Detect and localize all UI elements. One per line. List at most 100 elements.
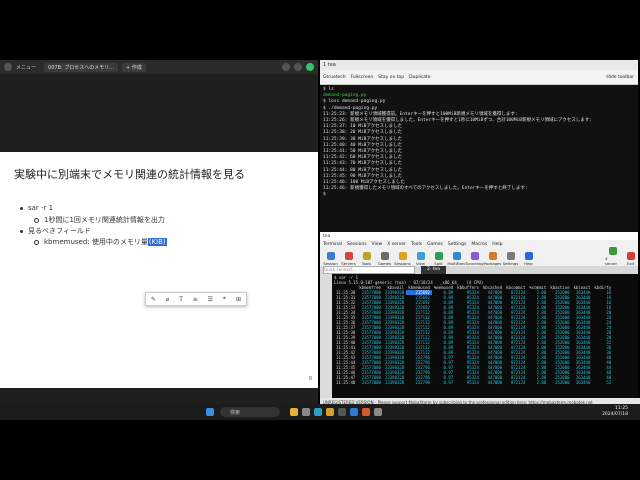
bullet-item: 見るべきフィールド — [20, 226, 91, 236]
toolbar-item[interactable]: Stay on top — [378, 75, 404, 80]
settings-icon[interactable] — [374, 408, 382, 416]
menu-item[interactable]: Help — [492, 242, 502, 247]
toolbar-label: Packages — [483, 261, 502, 266]
terminal-window: 1 tea Gtruetech Fullscreen Stay on top D… — [320, 60, 638, 232]
toolbar-button[interactable]: X server — [605, 247, 620, 266]
format-toolbar-button[interactable]: ⌀ — [166, 296, 170, 303]
vscode-icon[interactable] — [350, 408, 358, 416]
bullet-item: sar -r 1 — [20, 204, 53, 212]
format-toolbar-button[interactable]: ⌖ — [223, 295, 226, 303]
toolbar-item[interactable]: Duplicate — [409, 75, 430, 80]
table-cell: 95324 — [466, 380, 479, 385]
toolbar-label: X server — [605, 256, 618, 266]
terminal-line: $ — [323, 192, 326, 198]
selected-text[interactable]: (KiB) — [147, 238, 167, 246]
sessions-icon — [398, 252, 407, 260]
table-cell: 52 — [606, 380, 612, 385]
toolbar-button[interactable]: Sessions — [394, 252, 411, 266]
mobaxterm-icon[interactable] — [362, 408, 370, 416]
menu-item[interactable]: Terminal — [323, 242, 342, 247]
edge-icon[interactable] — [314, 408, 322, 416]
menu-item[interactable]: Macros — [471, 242, 487, 247]
menu-item[interactable]: Settings — [448, 242, 466, 247]
tools-icon — [362, 252, 371, 260]
mobaxterm-title: tea — [320, 232, 638, 240]
settings-icon[interactable] — [294, 63, 302, 71]
x-server-icon — [608, 247, 617, 255]
table-cell: 232796 — [415, 380, 430, 385]
menu-item[interactable]: Games — [427, 242, 443, 247]
multiexec-icon — [452, 252, 461, 260]
account-icon[interactable] — [306, 63, 314, 71]
clock-date: 2024/07/18 — [602, 411, 628, 417]
format-toolbar-button[interactable]: ≡ — [193, 296, 198, 303]
bullet-text: 見るべきフィールド — [28, 227, 91, 235]
table-cell: 23398328 — [384, 380, 405, 385]
split-icon — [434, 252, 443, 260]
search-icon[interactable] — [282, 63, 290, 71]
toolbar-button[interactable]: Games — [377, 252, 392, 266]
create-button[interactable]: + 作成 — [122, 62, 146, 72]
mobaxterm-sidebar[interactable] — [320, 274, 332, 398]
windows-start-icon[interactable] — [206, 408, 214, 416]
toolbar-label: Help — [524, 261, 533, 266]
clock[interactable]: 11:25 2024/07/18 — [602, 406, 628, 417]
toolbar-button[interactable]: View — [413, 252, 428, 266]
mobaxterm-toolbar: Session Servers Tools Games Sessions View Spli… — [320, 247, 638, 266]
toolbar-button[interactable]: Servers — [341, 252, 356, 266]
slide-canvas[interactable]: 実験中に別端末でメモリ関連の統計情報を見る sar -r 1 1秒間に1回メモリ… — [0, 152, 318, 388]
view-icon — [416, 252, 425, 260]
slides-topbar: メニュー 007B: プロセスへのメモリ... + 作成 — [0, 60, 318, 74]
terminal-icon[interactable] — [338, 408, 346, 416]
task-view-icon[interactable] — [302, 408, 310, 416]
menu-item[interactable]: Tools — [411, 242, 422, 247]
format-toolbar-button[interactable]: ⊞ — [236, 296, 241, 303]
tunneling-icon — [470, 252, 479, 260]
slide-number: 8 — [308, 376, 312, 382]
menu-item[interactable]: View — [372, 242, 383, 247]
toolbar-button[interactable]: Packages — [483, 252, 502, 266]
chrome-icon[interactable] — [326, 408, 334, 416]
sar-output[interactable]: $ sar -r 1 Linux 5.15.0-107-generic (tea… — [332, 274, 638, 398]
table-cell: 252000 — [555, 380, 570, 385]
table-cell: 11:25:48 — [336, 380, 356, 385]
menu-item[interactable]: X server — [387, 242, 406, 247]
toolbar-label: Exit — [626, 261, 635, 266]
document-tab[interactable]: 007B: プロセスへのメモリ... — [44, 62, 119, 72]
file-explorer-icon[interactable] — [290, 408, 298, 416]
search-box[interactable]: 検索 — [220, 407, 280, 417]
sar-table: kbmemfree kbavail kbmemused %memused kbbuffe… — [334, 285, 613, 385]
format-toolbar-button[interactable]: T — [179, 296, 183, 303]
toolbar-button[interactable]: Settings — [503, 252, 518, 266]
toolbar-item[interactable]: Fullscreen — [351, 75, 374, 80]
toolbar-button[interactable]: Exit — [623, 252, 638, 266]
table-cell: 363440 — [575, 380, 591, 385]
menu-item[interactable]: Sessions — [347, 242, 367, 247]
bullet-item: 1秒間に1回メモリ関連統計情報を出力 — [34, 215, 165, 225]
toolbar-button[interactable]: Split — [431, 252, 446, 266]
bullet-text: kbmemused: 使用中のメモリ量 — [44, 238, 148, 246]
table-cell: 447000 — [487, 380, 503, 385]
toolbar-item[interactable]: Hide toolbar — [606, 75, 634, 80]
servers-icon — [344, 252, 353, 260]
toolbar-button[interactable]: Tools — [359, 252, 374, 266]
toolbar-item[interactable]: Gtruetech — [323, 75, 346, 80]
menu-label[interactable]: メニュー — [16, 64, 36, 71]
session-tab[interactable]: 2. tea — [421, 266, 447, 274]
games-icon — [380, 252, 389, 260]
menu-icon[interactable] — [4, 63, 12, 71]
terminal-output[interactable]: $ ls demand-paging.py $ less demand-paging… — [320, 85, 638, 201]
mobaxterm-menu: Terminal Sessions View X server Tools Games Se… — [320, 240, 638, 248]
table-cell: 23577080 — [361, 380, 381, 385]
toolbar-button[interactable]: Tunneling — [465, 252, 484, 266]
toolbar-button[interactable]: MultiExec — [447, 252, 466, 266]
quick-connect-input[interactable]: Quick connect... — [323, 266, 415, 274]
format-toolbar-button[interactable]: ☰ — [208, 296, 213, 303]
toolbar-label: Tunneling — [465, 261, 484, 266]
format-toolbar-button[interactable]: ✎ — [151, 296, 156, 303]
slides-window: メニュー 007B: プロセスへのメモリ... + 作成 実験中に別端末でメモリ… — [0, 60, 318, 404]
taskbar: 検索 11:25 2024/07/18 — [0, 404, 640, 420]
toolbar-button[interactable]: Session — [323, 252, 338, 266]
toolbar-button[interactable]: Help — [521, 252, 536, 266]
table-cell: 2.88 — [536, 380, 547, 385]
